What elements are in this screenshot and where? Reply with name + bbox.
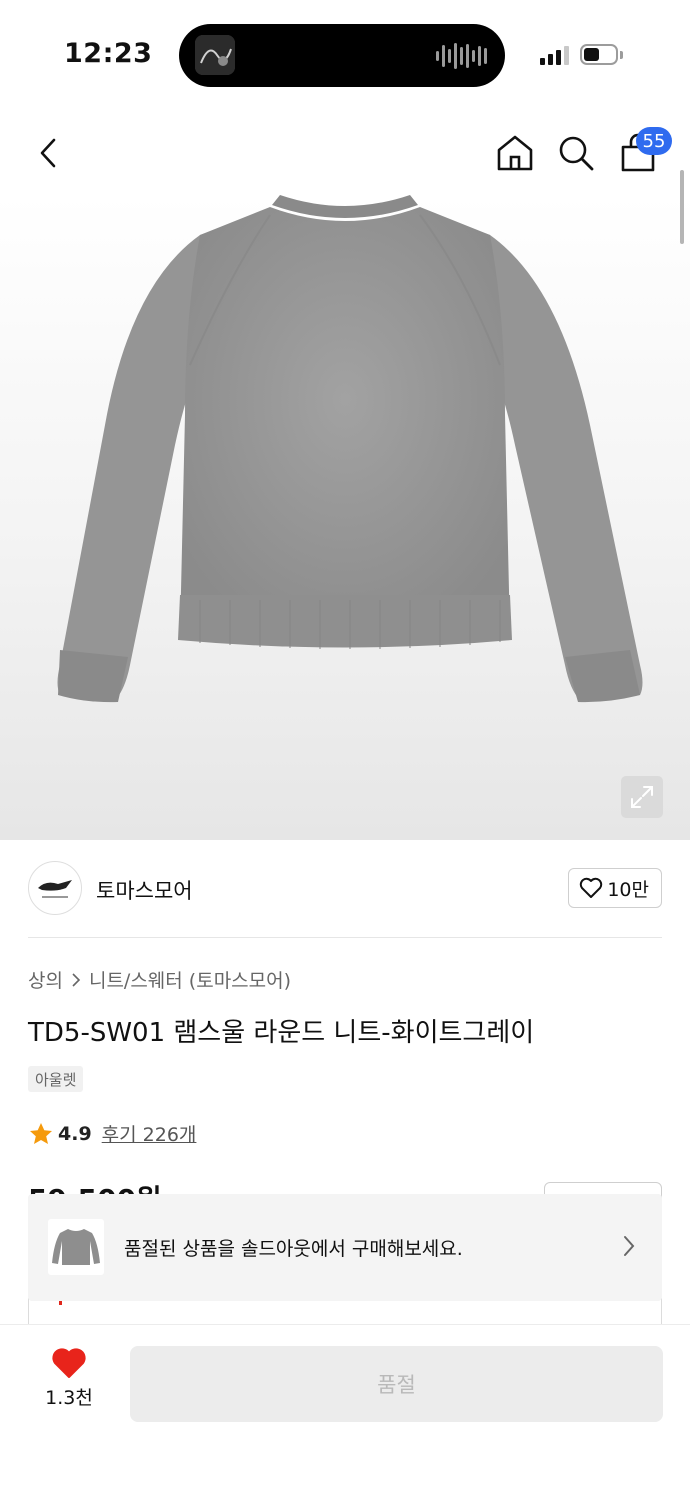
audio-wave-icon [436, 42, 487, 70]
battery-tip [620, 51, 623, 59]
star-icon [30, 1122, 52, 1144]
home-button[interactable] [485, 115, 545, 190]
expand-image-button[interactable] [621, 776, 663, 818]
status-bar: 12:23 [0, 0, 690, 110]
wishlist-button[interactable]: 1.3천 [28, 1347, 110, 1427]
brand-row[interactable]: 토마스모어 10만 [28, 860, 662, 918]
breadcrumb: 상의 니트/스웨터 (토마스모어) [28, 966, 291, 993]
expand-icon [631, 786, 653, 808]
back-icon [40, 138, 56, 167]
rating-score: 4.9 [58, 1122, 92, 1145]
cart-count-badge: 55 [636, 127, 672, 155]
brand-like-count: 10만 [607, 878, 649, 901]
banner-thumbnail [48, 1219, 104, 1275]
product-title: TD5-SW01 램스울 라운드 니트-화이트그레이 [28, 1018, 535, 1048]
home-icon [497, 135, 533, 170]
sweater-illustration [57, 195, 643, 703]
battery-icon [580, 44, 618, 65]
brand-logo[interactable] [28, 861, 82, 915]
rating-row[interactable]: 4.9 후기 226개 [28, 1120, 196, 1147]
cellular-signal-icon [540, 46, 569, 65]
breadcrumb-level1[interactable]: 상의 [28, 966, 63, 993]
status-time: 12:23 [64, 38, 153, 69]
product-image[interactable] [0, 195, 690, 840]
breadcrumb-level2[interactable]: 니트/스웨터 (토마스모어) [89, 966, 291, 993]
wishlist-count: 1.3천 [45, 1387, 93, 1409]
soldout-button[interactable]: 품절 [130, 1346, 663, 1422]
heart-outline-icon [580, 877, 603, 898]
heart-filled-icon [52, 1348, 86, 1378]
search-icon [559, 136, 594, 170]
now-playing-artwork [195, 35, 235, 75]
chevron-right-icon [72, 972, 81, 987]
outlet-tag: 아울렛 [28, 1066, 84, 1092]
brand-like-button[interactable]: 10만 [568, 868, 662, 908]
search-button[interactable] [546, 115, 606, 190]
soldout-banner-text: 품절된 상품을 솔드아웃에서 구매해보세요. [124, 1238, 463, 1260]
back-button[interactable] [18, 115, 78, 190]
review-link[interactable]: 후기 226개 [102, 1120, 197, 1147]
divider [28, 937, 662, 938]
brand-name[interactable]: 토마스모어 [96, 875, 193, 905]
chevron-right-icon [624, 1236, 635, 1256]
top-nav [0, 115, 690, 190]
bottom-bar: 1.3천 품절 [0, 1324, 690, 1500]
dynamic-island [179, 24, 505, 87]
soldout-banner[interactable]: 품절된 상품을 솔드아웃에서 구매해보세요. [28, 1194, 662, 1301]
scroll-indicator[interactable] [680, 170, 684, 244]
